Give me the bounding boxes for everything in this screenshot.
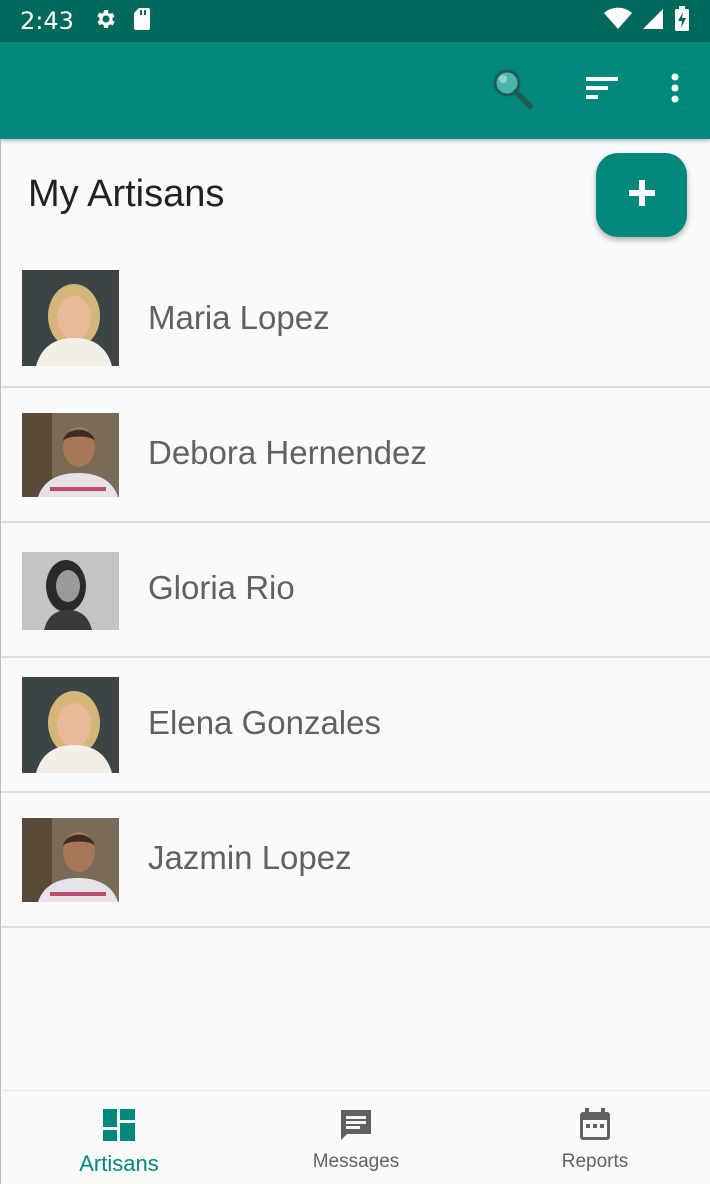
search-icon: [490, 66, 534, 114]
list-item[interactable]: Maria Lopez: [1, 253, 710, 388]
signal-icon: [642, 7, 664, 35]
add-artisan-button[interactable]: [596, 153, 687, 237]
artisan-list: Maria Lopez Debora Hernendez Gloria Rio …: [1, 253, 710, 928]
calendar-icon: [577, 1107, 613, 1143]
battery-charging-icon: [674, 6, 690, 36]
sd-card-icon: [132, 7, 152, 35]
artisan-name: Elena Gonzales: [148, 704, 381, 741]
artisan-name: Debora Hernendez: [148, 434, 427, 471]
more-vert-icon: [669, 72, 681, 108]
avatar: [22, 552, 119, 630]
status-time: 2:43: [20, 7, 74, 35]
nav-item-reports[interactable]: Reports: [477, 1091, 710, 1184]
nav-label: Reports: [561, 1151, 629, 1172]
plus-icon: [628, 179, 656, 211]
artisan-name: Gloria Rio: [148, 569, 295, 606]
list-item[interactable]: Debora Hernendez: [1, 388, 710, 523]
artisan-name: Maria Lopez: [148, 299, 330, 336]
artisan-name: Jazmin Lopez: [148, 839, 352, 876]
nav-label: Messages: [312, 1151, 400, 1172]
dashboard-icon: [101, 1107, 137, 1143]
wifi-icon: [604, 7, 632, 35]
list-item[interactable]: Jazmin Lopez: [1, 793, 710, 928]
more-options-button[interactable]: [651, 66, 699, 114]
status-bar: 2:43: [0, 0, 710, 42]
message-icon: [338, 1107, 374, 1143]
nav-label: Artisans: [79, 1151, 159, 1176]
nav-item-messages[interactable]: Messages: [238, 1091, 474, 1184]
avatar: [22, 270, 119, 366]
avatar: [22, 818, 119, 902]
main-content: My Artisans Maria Lopez Debora Hernendez…: [0, 139, 710, 1090]
sort-button[interactable]: [578, 66, 626, 114]
avatar: [22, 413, 119, 497]
bottom-navigation: Artisans Messages Reports: [0, 1090, 710, 1184]
app-bar: [0, 42, 710, 139]
sort-icon: [584, 73, 620, 107]
search-button[interactable]: [488, 66, 536, 114]
header-row: My Artisans: [1, 139, 710, 253]
gear-icon: [94, 7, 118, 35]
avatar: [22, 677, 119, 773]
list-item[interactable]: Gloria Rio: [1, 523, 710, 658]
page-title: My Artisans: [28, 173, 225, 215]
list-item[interactable]: Elena Gonzales: [1, 658, 710, 793]
nav-item-artisans[interactable]: Artisans: [1, 1091, 237, 1184]
